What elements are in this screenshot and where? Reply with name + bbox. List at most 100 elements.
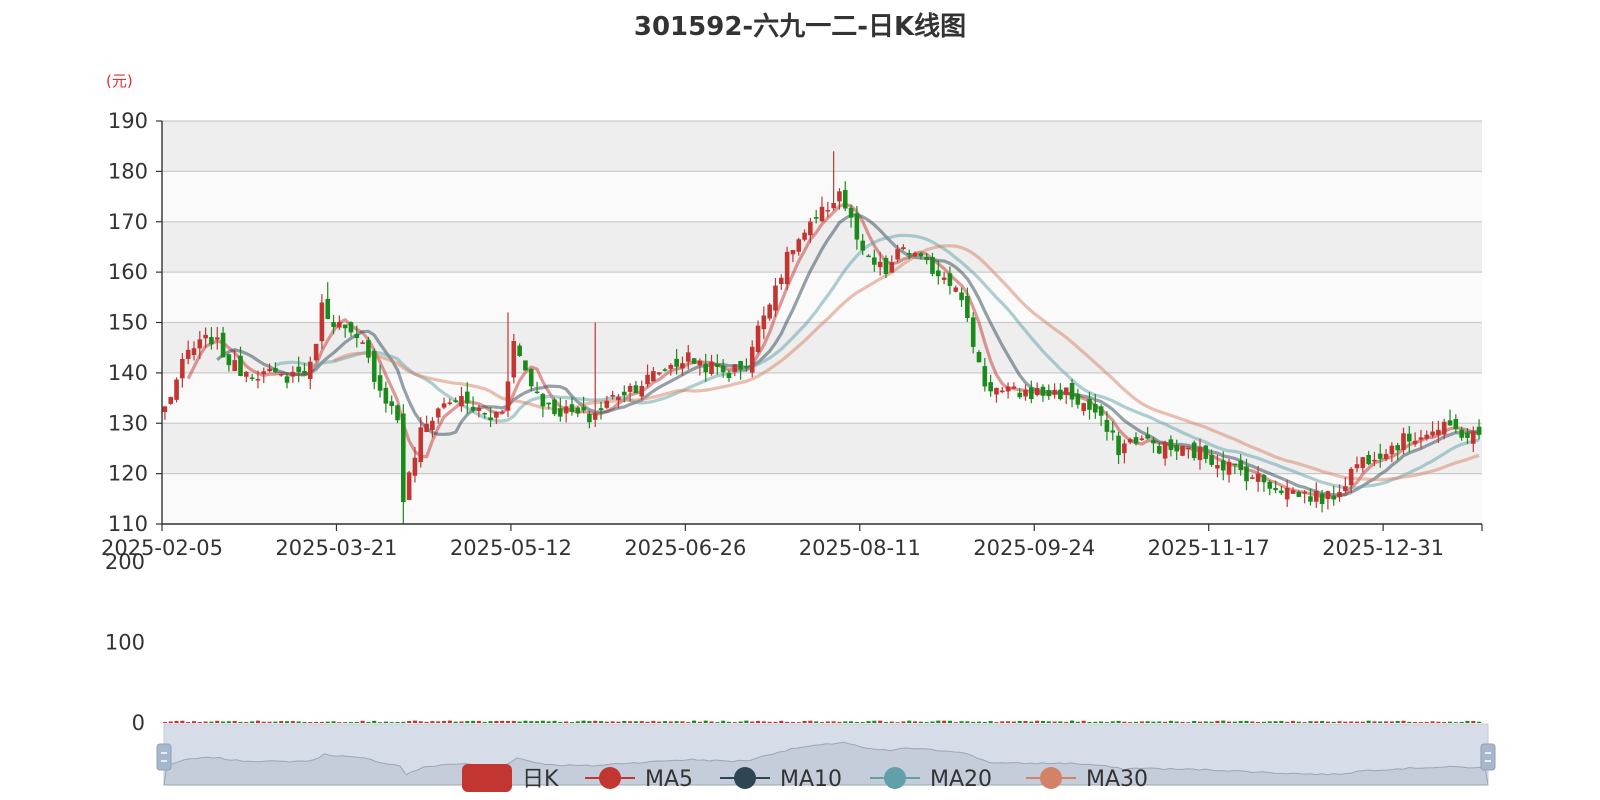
volume-bar (721, 720, 726, 723)
volume-bar (1331, 721, 1336, 723)
candle-body (307, 361, 313, 379)
candle-body (982, 366, 988, 387)
volume-bar (511, 720, 516, 723)
candle-body (656, 372, 662, 375)
candle-body (180, 358, 185, 379)
candle-body (668, 364, 674, 369)
volume-bar (302, 721, 307, 723)
volume-bar (569, 722, 574, 723)
volume-bar (971, 721, 976, 723)
volume-bar (1163, 721, 1168, 723)
legend-label: 日K (522, 767, 559, 792)
candle-body (790, 250, 796, 255)
volume-bar (319, 721, 324, 723)
candle-body (953, 287, 959, 292)
volume-bar (1279, 720, 1284, 723)
volume-bar (1401, 720, 1406, 723)
candle-body (1470, 431, 1476, 444)
candle-body (214, 337, 220, 340)
volume-bar (732, 722, 737, 723)
volume-bar (726, 721, 731, 723)
candle-body (412, 457, 418, 476)
volume-bar (180, 720, 185, 723)
volume-bar (604, 721, 609, 723)
volume-bar (540, 720, 545, 723)
candle-body (267, 368, 272, 372)
volume-bar (1407, 721, 1412, 723)
zoom-handle-left[interactable] (156, 743, 172, 771)
volume-bar (494, 720, 499, 723)
volume-bar (1389, 721, 1394, 723)
volume-bar (744, 720, 749, 723)
volume-bar (680, 721, 685, 723)
candle-body (883, 257, 889, 275)
candle-body (994, 387, 999, 395)
candle-body (435, 408, 441, 418)
candle-body (1156, 445, 1162, 454)
candle-body (1459, 429, 1464, 438)
volume-bar (657, 721, 662, 723)
candle-body (1238, 460, 1243, 471)
volume-bar (1104, 722, 1109, 723)
candle-body (918, 253, 924, 257)
candle-body (1267, 481, 1273, 489)
candle-body (278, 374, 284, 376)
volume-axis: 0 100 200 (105, 550, 145, 735)
candle-body (337, 322, 342, 328)
volume-bar (558, 722, 563, 723)
candle-body (808, 221, 813, 236)
candle-body (1046, 390, 1052, 397)
volume-bar (1116, 720, 1121, 723)
volume-bar (343, 722, 348, 723)
volume-bar (825, 721, 830, 723)
volume-bar (354, 721, 359, 723)
volume-bar (535, 721, 540, 723)
candle-body (1180, 445, 1185, 456)
volume-bar (1325, 721, 1330, 723)
volume-bar (412, 720, 417, 723)
volume-bar (1285, 721, 1290, 723)
volume-bar (651, 720, 656, 723)
candle-body (470, 406, 476, 411)
candle-body (1209, 455, 1214, 465)
candle-body (755, 325, 761, 353)
volume-bar (1256, 721, 1261, 723)
volume-bar (982, 721, 987, 723)
candle-body (802, 232, 807, 240)
volume-bar (1145, 721, 1150, 723)
candle-body (1372, 459, 1377, 462)
candle-body (354, 333, 360, 339)
volume-bar (1378, 721, 1383, 723)
candle-body (1261, 475, 1267, 483)
volume-bar (296, 721, 301, 723)
candle-body (604, 400, 610, 408)
candle-body (1232, 463, 1238, 466)
volume-bar (808, 720, 813, 723)
volume-bar (186, 722, 191, 723)
volume-bar (261, 721, 266, 723)
candle-body (627, 385, 633, 392)
volume-bar (831, 721, 836, 723)
volume-bar (552, 720, 557, 723)
candle-body (1476, 426, 1482, 435)
volume-bar (924, 722, 929, 723)
candle-body (959, 292, 964, 301)
candle-body (284, 376, 290, 383)
volume-bar (628, 721, 633, 723)
volume-bar (401, 721, 406, 723)
candle-body (779, 277, 784, 284)
volume-bar (703, 720, 708, 723)
volume-bar (1349, 721, 1354, 723)
legend-dot-icon (884, 767, 906, 789)
volume-bar (1267, 721, 1272, 723)
plot-band (162, 372, 1482, 424)
volume-bar (436, 721, 441, 723)
volume-bar (581, 720, 586, 723)
volume-bar (1192, 720, 1197, 723)
volume-bar (1343, 721, 1348, 723)
candle-body (494, 411, 499, 418)
volume-bar (523, 720, 528, 723)
candle-body (220, 332, 226, 358)
zoom-handle-right[interactable] (1480, 743, 1496, 771)
volume-bar (1209, 721, 1214, 723)
